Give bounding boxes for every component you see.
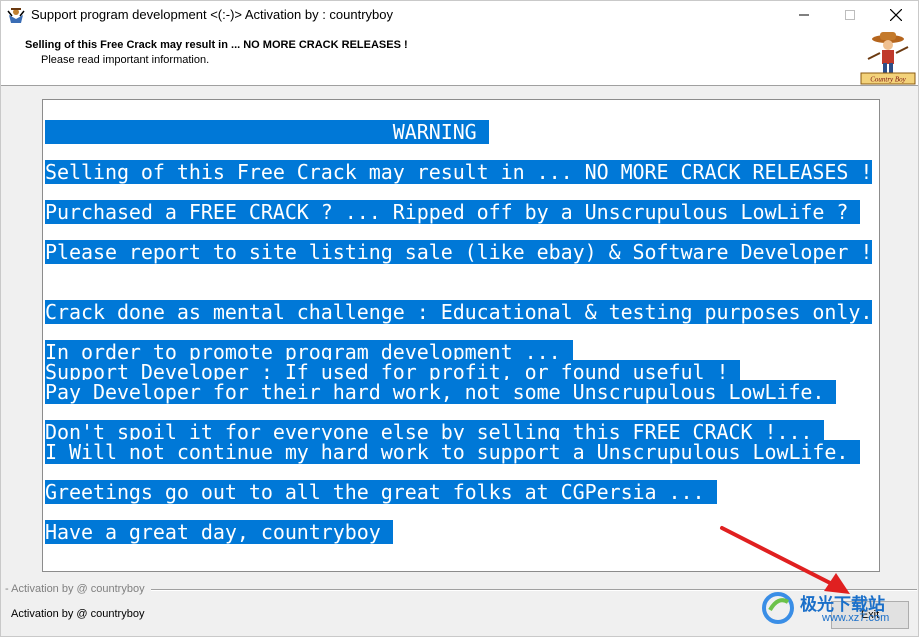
footer-text: Activation by @ countryboy [11,608,145,620]
message-line: WARNING [45,120,489,144]
divider-label: - Activation by @ countryboy [5,583,145,595]
activation-window: Support program development <(:-)> Activ… [0,0,919,637]
message-line: Selling of this Free Crack may result in… [45,160,873,184]
message-line: Greetings go out to all the great folks … [45,480,717,504]
header-title: Selling of this Free Crack may result in… [25,39,408,51]
message-line: Pay Developer for their hard work, not s… [45,380,837,404]
information-textbox[interactable]: WARNING Selling of this Free Crack may r… [42,99,880,572]
message-line: Please report to site listing sale (like… [45,240,873,264]
close-button[interactable] [873,1,919,29]
maximize-icon [845,10,855,20]
message-line: Crack done as mental challenge : Educati… [45,300,873,324]
title-bar[interactable]: Support program development <(:-)> Activ… [1,1,918,29]
countryboy-logo: Country Boy [860,32,916,85]
maximize-button[interactable] [827,1,873,29]
window-title: Support program development <(:-)> Activ… [31,7,394,22]
message-line: Have a great day, countryboy [45,520,393,544]
app-icon [7,8,25,23]
message-line: I Will not continue my hard work to supp… [45,440,861,464]
message-line: Purchased a FREE CRACK ? ... Ripped off … [45,200,861,224]
close-icon [890,9,902,21]
header-subtitle: Please read important information. [41,54,210,66]
watermark-url: www.xz7.com [822,612,890,624]
wizard-header: Selling of this Free Crack may result in… [1,29,918,86]
bevel-divider: - Activation by @ countryboy [1,581,918,595]
minimize-button[interactable] [781,1,827,29]
minimize-icon [799,14,809,16]
logo-text: Country Boy [870,76,906,84]
message-text: WARNING Selling of this Free Crack may r… [45,102,873,544]
